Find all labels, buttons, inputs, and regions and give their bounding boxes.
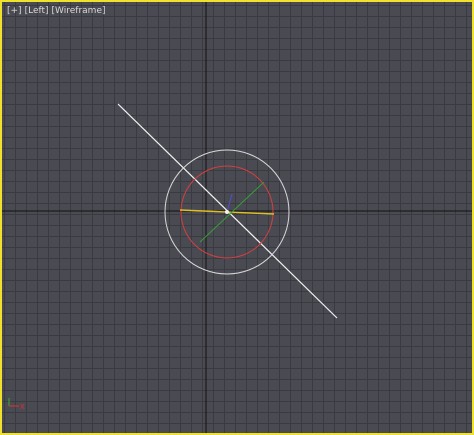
- transform-gizmo[interactable]: [179, 181, 275, 243]
- gizmo-z-axis[interactable]: [226, 193, 233, 213]
- left-viewport[interactable]: [+] [Left] [Wireframe] X: [0, 0, 474, 435]
- axis-tripod: X: [8, 398, 25, 411]
- viewport-scene: X: [2, 2, 472, 433]
- viewport-shading-menu[interactable]: [Wireframe]: [51, 6, 107, 17]
- gizmo-center[interactable]: [225, 210, 229, 214]
- viewport-plus-menu[interactable]: [+]: [6, 6, 23, 17]
- gizmo-y-axis[interactable]: [199, 181, 265, 243]
- axis-tripod-x-label: X: [20, 403, 25, 411]
- viewport-label-bar: [+] [Left] [Wireframe]: [6, 6, 107, 17]
- viewport-view-menu[interactable]: [Left]: [24, 6, 50, 17]
